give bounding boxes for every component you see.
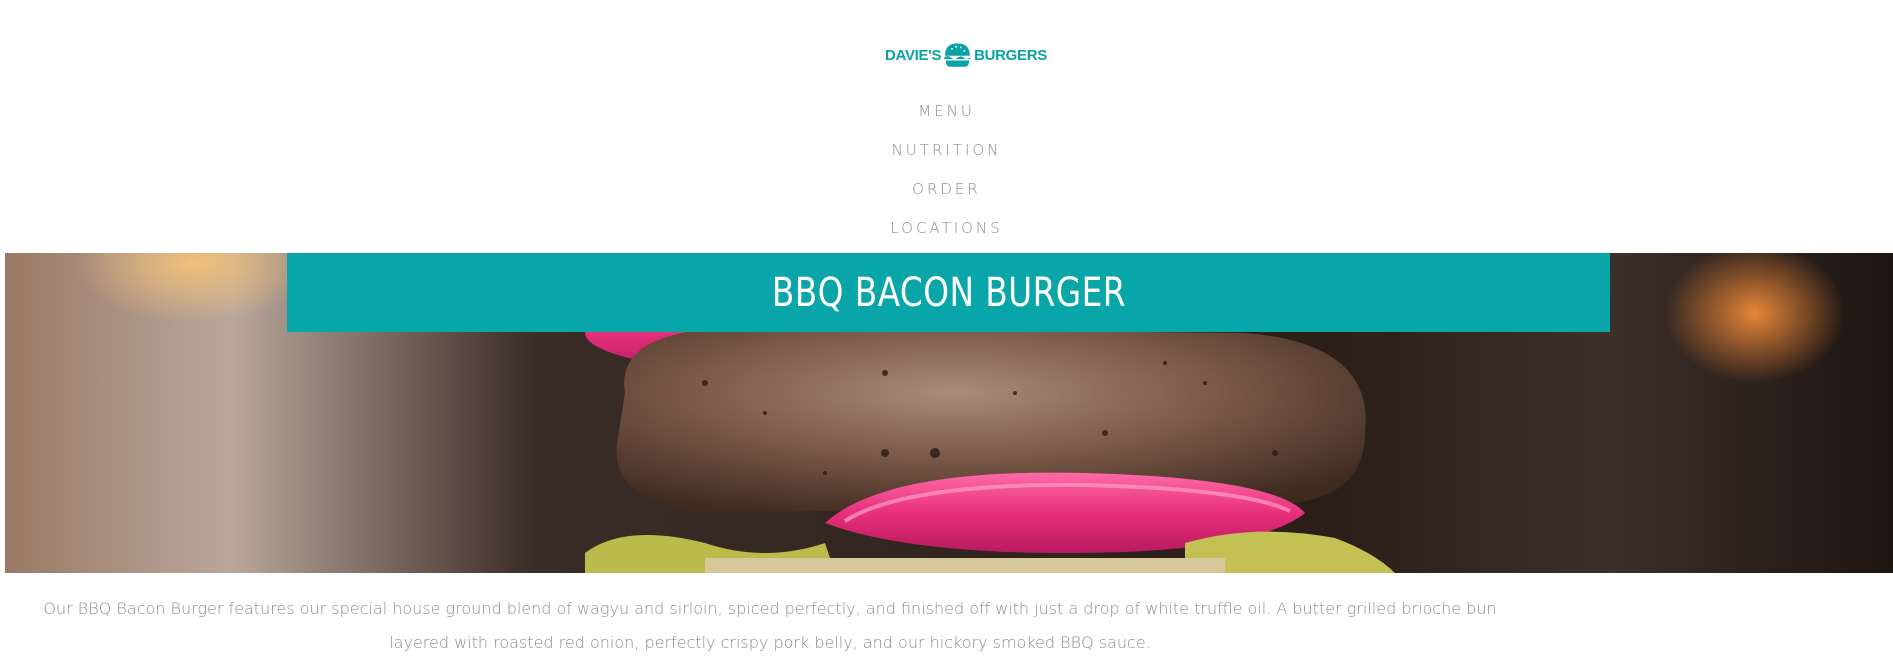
brand-name-right: BURGERS — [974, 46, 1047, 64]
nav-locations[interactable]: LOCATIONS — [890, 214, 1002, 253]
nav-nutrition[interactable]: NUTRITION — [892, 136, 1002, 175]
nav-order[interactable]: ORDER — [912, 175, 981, 214]
page-title: BBQ BACON BURGER — [771, 269, 1126, 316]
burger-description: Our BBQ Bacon Burger features our specia… — [43, 599, 1497, 652]
nav-menu[interactable]: MENU — [918, 97, 975, 136]
brand-name-left: DAVIE'S — [885, 46, 942, 64]
burger-bun-icon — [944, 43, 971, 67]
title-banner: BBQ BACON BURGER — [287, 253, 1610, 332]
brand-logo[interactable]: DAVIE'S BURGERS — [885, 33, 1047, 77]
main-nav: MENU NUTRITION ORDER LOCATIONS — [0, 97, 1893, 253]
